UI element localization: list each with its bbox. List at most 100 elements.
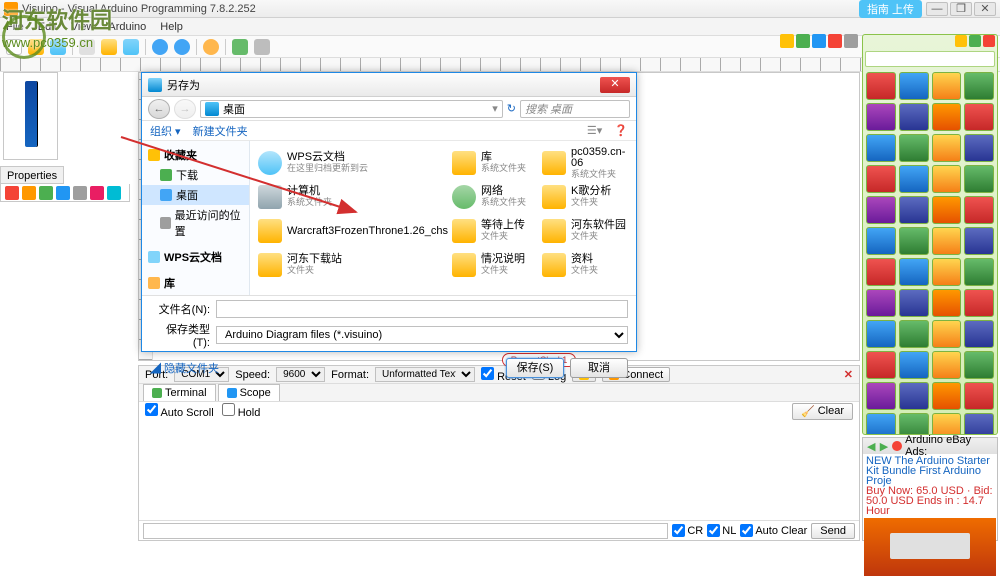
palette-component[interactable] xyxy=(866,72,896,100)
prop-icon[interactable] xyxy=(90,186,104,200)
folder-icon[interactable] xyxy=(812,34,826,48)
palette-component[interactable] xyxy=(964,320,994,348)
palette-component[interactable] xyxy=(899,196,929,224)
palette-component[interactable] xyxy=(899,72,929,100)
forward-button[interactable]: → xyxy=(174,99,196,119)
maximize-button[interactable]: ❐ xyxy=(950,2,972,16)
prop-icon[interactable] xyxy=(73,186,87,200)
palette-component[interactable] xyxy=(899,165,929,193)
palette-component[interactable] xyxy=(866,165,896,193)
palette-component[interactable] xyxy=(899,258,929,286)
prop-icon[interactable] xyxy=(107,186,121,200)
close-button[interactable]: ✕ xyxy=(974,2,996,16)
palette-component[interactable] xyxy=(899,351,929,379)
palette-component[interactable] xyxy=(866,258,896,286)
hide-folders-link[interactable]: ◢ 隐藏文件夹 xyxy=(150,360,219,376)
nl-checkbox[interactable]: NL xyxy=(707,524,736,537)
autoscroll-checkbox[interactable]: Auto Scroll xyxy=(145,403,214,419)
palette-component[interactable] xyxy=(932,72,962,100)
palette-component[interactable] xyxy=(866,134,896,162)
sidebar-recent[interactable]: 最近访问的位置 xyxy=(142,205,249,241)
filename-input[interactable] xyxy=(216,300,628,318)
redo-icon[interactable] xyxy=(174,39,190,55)
sidebar-libraries[interactable]: 库 xyxy=(142,273,249,293)
palette-component[interactable] xyxy=(964,165,994,193)
organize-menu[interactable]: 组织 ▾ xyxy=(150,123,181,139)
upload-button[interactable]: 指南 上传 xyxy=(859,0,922,18)
file-item[interactable]: 河东软件园文件夹 xyxy=(542,215,628,247)
palette-component[interactable] xyxy=(899,289,929,317)
palette-component[interactable] xyxy=(866,103,896,131)
tab-scope[interactable]: Scope xyxy=(218,384,280,401)
prop-icon[interactable] xyxy=(56,186,70,200)
palette-component[interactable] xyxy=(964,72,994,100)
autoclear-checkbox[interactable]: Auto Clear xyxy=(740,524,807,537)
tab-terminal[interactable]: Terminal xyxy=(143,384,216,401)
prop-icon[interactable] xyxy=(22,186,36,200)
pal-filter-icon[interactable] xyxy=(983,35,995,47)
palette-component[interactable] xyxy=(964,134,994,162)
folder-icon[interactable] xyxy=(796,34,810,48)
refresh-icon[interactable]: ↻ xyxy=(507,102,516,115)
palette-component[interactable] xyxy=(932,382,962,410)
save-button[interactable]: 保存(S) xyxy=(506,358,564,378)
palette-component[interactable] xyxy=(932,351,962,379)
ebay-ad-image[interactable] xyxy=(864,518,996,576)
palette-component[interactable] xyxy=(964,289,994,317)
menu-help[interactable]: Help xyxy=(160,18,183,35)
file-item[interactable]: 计算机系统文件夹 xyxy=(258,181,448,213)
file-item[interactable]: WPS云文档在这里归档更新到云 xyxy=(258,147,448,179)
properties-tab[interactable]: Properties xyxy=(0,166,64,184)
palette-component[interactable] xyxy=(899,103,929,131)
next-icon[interactable]: ▶ xyxy=(880,440,890,453)
sidebar-wps[interactable]: WPS云文档 xyxy=(142,247,249,267)
palette-component[interactable] xyxy=(866,351,896,379)
sidebar-desktop[interactable]: 桌面 xyxy=(142,185,249,205)
palette-component[interactable] xyxy=(866,289,896,317)
palette-component[interactable] xyxy=(932,165,962,193)
cr-checkbox[interactable]: CR xyxy=(672,524,703,537)
palette-component[interactable] xyxy=(866,320,896,348)
sidebar-videos[interactable]: 视频 xyxy=(142,293,249,295)
palette-component[interactable] xyxy=(899,382,929,410)
file-item[interactable]: 网络系统文件夹 xyxy=(452,181,538,213)
folder-icon[interactable] xyxy=(828,34,842,48)
run-icon[interactable] xyxy=(232,39,248,55)
palette-component[interactable] xyxy=(964,382,994,410)
palette-component[interactable] xyxy=(932,134,962,162)
filetype-select[interactable]: Arduino Diagram files (*.visuino) xyxy=(216,326,628,344)
menu-arduino[interactable]: Arduino xyxy=(108,18,146,35)
pal-filter-icon[interactable] xyxy=(969,35,981,47)
open-icon[interactable] xyxy=(28,39,44,55)
help-icon[interactable]: ❓ xyxy=(614,124,628,137)
palette-component[interactable] xyxy=(964,227,994,255)
sidebar-favorites[interactable]: 收藏夹 xyxy=(142,145,249,165)
palette-component[interactable] xyxy=(899,413,929,435)
palette-search[interactable] xyxy=(865,51,995,67)
palette-component[interactable] xyxy=(932,258,962,286)
palette-component[interactable] xyxy=(866,227,896,255)
clear-button[interactable]: 🧹Clear xyxy=(792,403,853,420)
zoom-icon[interactable] xyxy=(254,39,270,55)
prev-icon[interactable]: ◀ xyxy=(867,440,877,453)
menu-view[interactable]: View xyxy=(71,18,95,35)
file-item[interactable]: 等待上传文件夹 xyxy=(452,215,538,247)
palette-component[interactable] xyxy=(899,134,929,162)
send-button[interactable]: Send xyxy=(811,523,855,539)
terminal-input[interactable] xyxy=(143,523,668,539)
menu-edit[interactable]: Edit xyxy=(38,18,57,35)
hold-checkbox[interactable]: Hold xyxy=(222,403,261,419)
file-item[interactable]: 资料文件夹 xyxy=(542,249,628,281)
file-item[interactable]: pc0359.cn-06系统文件夹 xyxy=(542,147,628,179)
new-folder-button[interactable]: 新建文件夹 xyxy=(193,123,248,139)
save-icon[interactable] xyxy=(50,39,66,55)
palette-component[interactable] xyxy=(932,413,962,435)
undo-icon[interactable] xyxy=(152,39,168,55)
breadcrumb[interactable]: 桌面 ▾ xyxy=(200,100,503,118)
dialog-close-button[interactable]: ✕ xyxy=(600,77,630,93)
palette-component[interactable] xyxy=(899,320,929,348)
view-icon[interactable]: ☰▾ xyxy=(587,124,602,137)
folder-icon[interactable] xyxy=(780,34,794,48)
prop-icon[interactable] xyxy=(5,186,19,200)
pal-filter-icon[interactable] xyxy=(955,35,967,47)
